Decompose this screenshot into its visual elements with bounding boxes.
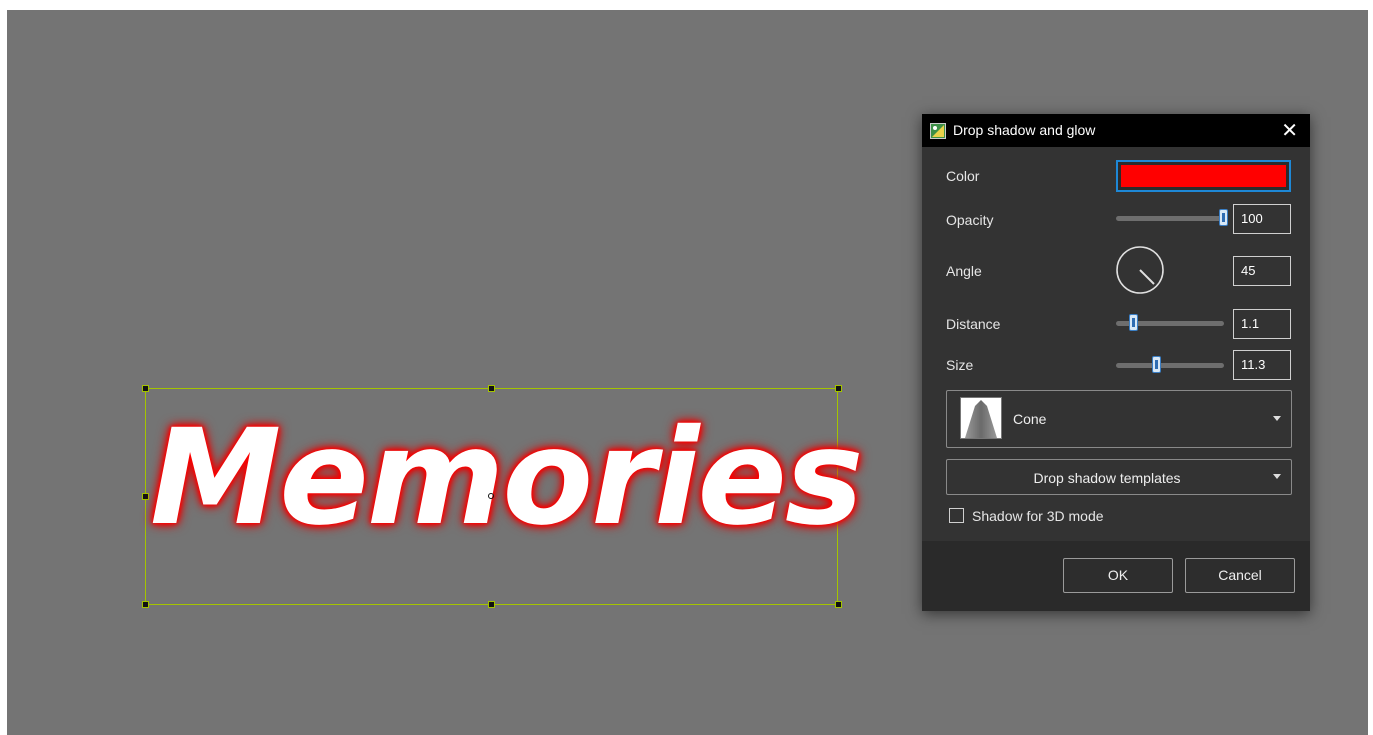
color-swatch-fill	[1121, 165, 1286, 187]
memories-text-object[interactable]: Memories	[150, 412, 864, 544]
distance-input[interactable]: 1.1	[1233, 309, 1291, 339]
dialog-title: Drop shadow and glow	[953, 122, 1096, 138]
shadow-shape-value: Cone	[1013, 411, 1047, 427]
chevron-down-icon	[1273, 416, 1281, 421]
resize-handle-left[interactable]	[142, 493, 149, 500]
shadow-3d-checkbox[interactable]	[949, 508, 964, 523]
shadow-3d-label[interactable]: Shadow for 3D mode	[972, 508, 1104, 524]
angle-dial[interactable]	[1115, 245, 1165, 295]
resize-handle-top[interactable]	[488, 385, 495, 392]
distance-slider-thumb[interactable]	[1129, 314, 1139, 331]
templates-label: Drop shadow templates	[1033, 470, 1181, 486]
resize-handle-bottom[interactable]	[488, 601, 495, 608]
cancel-button[interactable]: Cancel	[1185, 558, 1295, 593]
cone-shape-icon	[960, 397, 1002, 439]
dialog-titlebar[interactable]: Drop shadow and glow ✕	[922, 114, 1310, 147]
opacity-slider-thumb[interactable]	[1219, 209, 1228, 226]
color-label: Color	[946, 168, 980, 184]
distance-label: Distance	[946, 316, 1001, 332]
angle-input[interactable]: 45	[1233, 256, 1291, 286]
resize-handle-top-left[interactable]	[142, 385, 149, 392]
size-slider-thumb[interactable]	[1152, 356, 1162, 373]
size-label: Size	[946, 357, 974, 373]
opacity-slider[interactable]	[1116, 209, 1228, 226]
distance-slider[interactable]	[1116, 314, 1224, 331]
opacity-input[interactable]: 100	[1233, 204, 1291, 234]
rotation-center-handle[interactable]	[488, 493, 494, 499]
drop-shadow-templates-dropdown[interactable]: Drop shadow templates	[946, 459, 1292, 495]
color-picker-button[interactable]	[1116, 160, 1291, 192]
size-input[interactable]: 11.3	[1233, 350, 1291, 380]
resize-handle-bottom-right[interactable]	[835, 601, 842, 608]
close-icon[interactable]: ✕	[1281, 118, 1298, 143]
angle-label: Angle	[946, 263, 982, 279]
drop-shadow-dialog: Drop shadow and glow ✕ Color Opacity 100…	[922, 114, 1310, 611]
dialog-footer: OK Cancel	[922, 541, 1310, 611]
size-slider[interactable]	[1116, 356, 1224, 373]
app-icon	[930, 123, 946, 139]
resize-handle-top-right[interactable]	[835, 385, 842, 392]
chevron-down-icon	[1273, 474, 1281, 479]
ok-button[interactable]: OK	[1063, 558, 1173, 593]
resize-handle-bottom-left[interactable]	[142, 601, 149, 608]
shadow-shape-dropdown[interactable]: Cone	[946, 390, 1292, 448]
opacity-label: Opacity	[946, 212, 994, 228]
